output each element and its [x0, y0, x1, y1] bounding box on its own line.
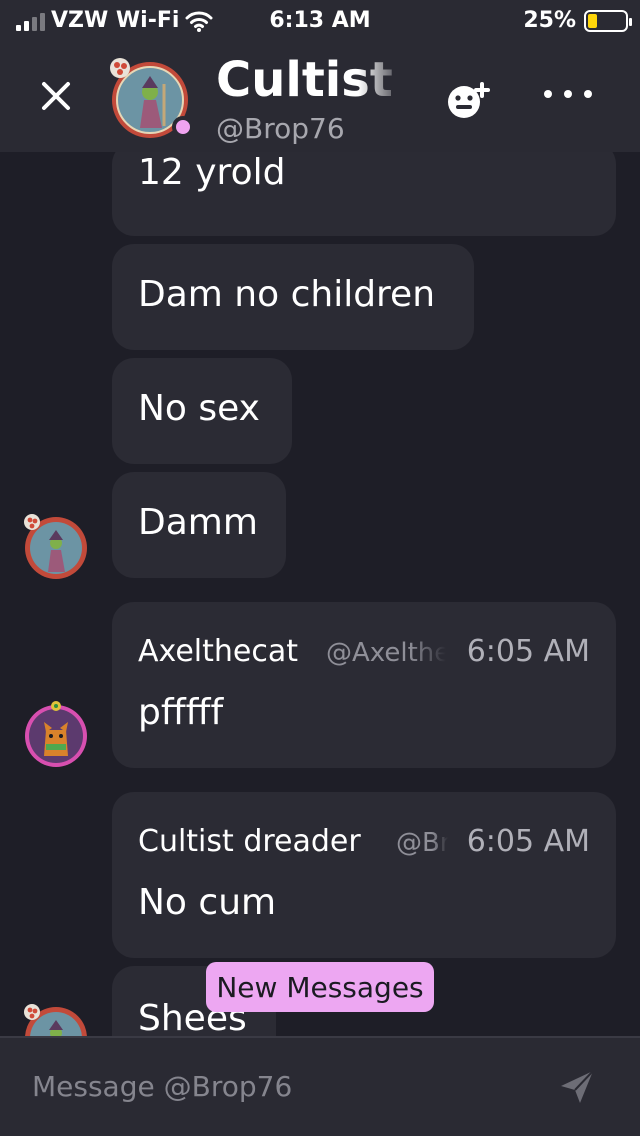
message-time: 6:05 AM — [466, 824, 590, 859]
chat-header: Cultist dreader @Brop76 — [0, 40, 640, 152]
presence-indicator — [172, 116, 194, 138]
author-name[interactable]: Axelthecat — [138, 634, 298, 669]
message-input[interactable] — [32, 1066, 512, 1106]
author-name[interactable]: Cultist dreader — [138, 824, 361, 859]
battery-percent: 25% — [523, 8, 576, 33]
add-friend-icon[interactable] — [442, 74, 498, 122]
message-text: Damm — [138, 502, 258, 543]
new-messages-button[interactable]: New Messages — [206, 962, 434, 1012]
status-bar: VZW Wi-Fi 6:13 AM 25% — [0, 0, 640, 40]
message-bubble[interactable]: Cultist dreader @Brop76 6:05 AM No cum — [112, 792, 616, 958]
battery-icon — [584, 9, 632, 32]
message-text: No cum — [138, 882, 277, 923]
message-text: Dam no children — [138, 274, 436, 315]
message-meta: Axelthecat @Axelthecat 6:05 AM — [138, 634, 590, 670]
message-bubble[interactable]: Dam no children — [112, 244, 474, 350]
close-icon[interactable] — [36, 76, 76, 116]
message-text: 12 yrold — [138, 152, 286, 193]
author-handle: @Axelthecat — [326, 638, 446, 668]
message-bubble[interactable]: Damm — [112, 472, 286, 578]
chat-title: Cultist dreader — [216, 52, 406, 108]
battery-fill — [588, 13, 597, 28]
message-bubble[interactable]: 12 yrold — [112, 152, 616, 236]
message-composer — [0, 1036, 640, 1136]
chat-handle: @Brop76 — [216, 112, 345, 145]
send-icon[interactable] — [558, 1068, 596, 1106]
message-bubble[interactable]: Axelthecat @Axelthecat 6:05 AM pfffff — [112, 602, 616, 768]
chat-title-wrap: Cultist dreader — [216, 52, 406, 108]
author-handle: @Brop76 — [396, 828, 448, 858]
cat-avatar[interactable] — [22, 700, 90, 768]
message-meta: Cultist dreader @Brop76 6:05 AM — [138, 824, 590, 860]
new-messages-label: New Messages — [216, 970, 424, 1004]
message-list[interactable]: 12 yrold Dam no children No sex Damm Axe… — [0, 152, 640, 1036]
status-right: 25% — [523, 8, 632, 33]
message-time: 6:05 AM — [466, 634, 590, 669]
cultist-avatar[interactable] — [22, 1002, 90, 1036]
cultist-avatar[interactable] — [22, 512, 90, 580]
message-bubble[interactable]: No sex — [112, 358, 292, 464]
message-text: pfffff — [138, 692, 224, 733]
message-text: No sex — [138, 388, 260, 429]
more-options-icon[interactable] — [544, 82, 592, 106]
